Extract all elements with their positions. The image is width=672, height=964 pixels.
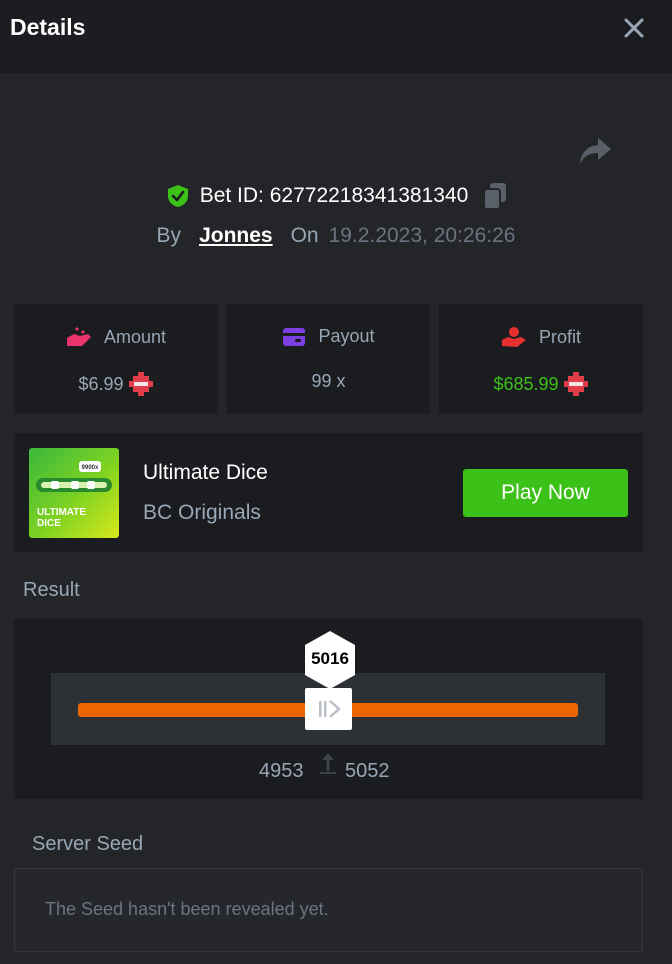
stat-profit-value: $685.99 <box>493 373 559 394</box>
svg-text:ULTIMATE: ULTIMATE <box>37 507 86 518</box>
svg-text:DICE: DICE <box>37 518 61 529</box>
game-card: 9900x ULTIMATE DICE Ultimate Dice BC Ori… <box>14 433 643 552</box>
bet-datetime: 19.2.2023, 20:26:26 <box>328 224 516 247</box>
range-low: 4953 <box>259 760 304 782</box>
result-value-badge: 5016 <box>303 630 357 690</box>
coin-icon <box>563 372 588 396</box>
amount-hand-icon <box>66 327 91 346</box>
stat-profit: Profit $685.99 <box>439 304 643 414</box>
stat-profit-label: Profit <box>538 326 581 347</box>
game-name[interactable]: Ultimate Dice <box>143 461 268 485</box>
copy-icon[interactable] <box>482 182 508 210</box>
wallet-card-icon <box>283 327 306 346</box>
stat-payout: Payout 99 x <box>227 304 430 414</box>
profit-hand-icon <box>501 327 526 347</box>
stat-payout-value: 99 x <box>311 371 346 391</box>
stat-amount: Amount $6.99 <box>14 304 218 414</box>
stat-amount-label: Amount <box>103 326 167 347</box>
verified-shield-icon <box>167 185 188 207</box>
result-value: 5016 <box>311 649 349 668</box>
result-panel: 5016 4953 5052 <box>14 619 643 799</box>
stat-amount-value: $6.99 <box>78 373 124 394</box>
bet-id-row: Bet ID: 62772218341381340 <box>0 180 672 212</box>
by-label: By <box>156 224 182 247</box>
details-header: Details <box>0 0 672 73</box>
on-label: On <box>290 224 319 247</box>
share-icon[interactable] <box>578 136 612 166</box>
server-seed-message: The Seed hasn't been revealed yet. <box>45 899 329 919</box>
up-arrow-icon <box>320 753 336 774</box>
bet-meta-row: By Jonnes On 19.2.2023, 20:26:26 <box>0 221 672 251</box>
page-title: Details <box>10 14 86 40</box>
stat-payout-label: Payout <box>318 326 375 346</box>
coin-icon <box>128 372 153 396</box>
handle-grip-icon <box>318 700 341 718</box>
slider-handle[interactable] <box>305 688 352 730</box>
server-seed-label: Server Seed <box>32 833 144 855</box>
bet-id: Bet ID: 62772218341381340 <box>199 184 469 207</box>
play-now-button[interactable]: Play Now <box>463 469 628 517</box>
close-icon[interactable] <box>622 16 646 40</box>
range-high: 5052 <box>345 760 390 782</box>
result-label: Result <box>23 579 80 601</box>
server-seed-field: The Seed hasn't been revealed yet. <box>14 868 643 952</box>
username-link[interactable]: Jonnes <box>199 224 273 248</box>
thumb-badge: 9900x <box>82 465 99 471</box>
game-provider: BC Originals <box>143 501 261 524</box>
game-thumbnail[interactable]: 9900x ULTIMATE DICE <box>29 448 119 538</box>
